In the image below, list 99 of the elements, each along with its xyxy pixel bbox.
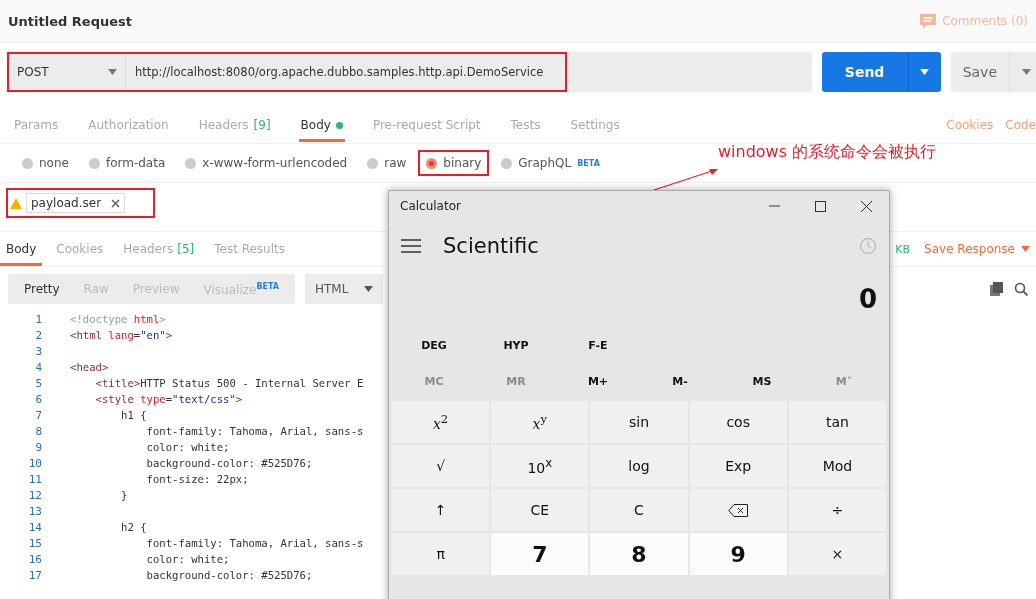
calculator-key[interactable]: C bbox=[590, 489, 688, 531]
copy-icon[interactable] bbox=[990, 282, 1004, 296]
line-number: 11 bbox=[27, 472, 42, 486]
display-value: 0 bbox=[858, 284, 877, 314]
memory-button[interactable]: M+ bbox=[557, 374, 639, 388]
mode-title: Scientific bbox=[443, 234, 540, 258]
line-number: 8 bbox=[34, 424, 42, 438]
code-line: font-family: Tahoma, Arial, sans-s bbox=[145, 425, 364, 437]
code-line: color: white; bbox=[145, 553, 230, 565]
code-line: font-size: 22px; bbox=[145, 473, 249, 485]
mode-button[interactable]: HYP bbox=[475, 338, 557, 352]
line-number: 5 bbox=[34, 376, 42, 390]
request-title: Untitled Request bbox=[8, 13, 132, 29]
beta-label: BETA bbox=[577, 158, 600, 168]
calculator-key[interactable]: CE bbox=[491, 489, 589, 531]
send-button[interactable]: Send bbox=[821, 52, 941, 92]
caret-icon bbox=[1021, 69, 1031, 75]
mode-button[interactable]: F-E bbox=[557, 338, 639, 352]
calculator-key[interactable]: × bbox=[788, 533, 886, 575]
caret-icon bbox=[1021, 246, 1030, 252]
size-text: KB bbox=[895, 242, 911, 256]
response-tab[interactable]: Body bbox=[0, 232, 43, 266]
caret-icon bbox=[364, 286, 374, 292]
calculator-key[interactable]: Mod bbox=[788, 445, 886, 487]
code-line: } bbox=[120, 489, 128, 501]
body-type-radio[interactable]: form-data bbox=[82, 152, 172, 174]
url-text: http://localhost:8080/org.apache.dubbo.samples.http.api.DemoService bbox=[134, 65, 544, 79]
maximize-icon[interactable] bbox=[814, 200, 826, 212]
line-number: 14 bbox=[27, 520, 42, 534]
line-number: 2 bbox=[34, 328, 42, 342]
window-title: Calculator bbox=[400, 199, 462, 213]
line-number: 12 bbox=[27, 488, 42, 502]
minimize-icon[interactable] bbox=[768, 205, 780, 207]
backspace-icon bbox=[728, 503, 749, 517]
tab-count: [9] bbox=[253, 118, 271, 132]
calculator-key[interactable]: 7 bbox=[491, 533, 589, 575]
calculator-key[interactable]: ÷ bbox=[788, 489, 886, 531]
calculator-key[interactable]: x$^{y}$ bbox=[491, 401, 589, 443]
code-line: background-color: #525D76; bbox=[145, 457, 313, 469]
close-icon[interactable] bbox=[860, 200, 872, 212]
method-dropdown[interactable]: POST bbox=[9, 54, 126, 90]
beta-label: BETA bbox=[256, 281, 279, 291]
caret-icon bbox=[920, 69, 930, 75]
calculator-key[interactable]: 8 bbox=[590, 533, 688, 575]
calculator-key[interactable]: √ bbox=[392, 445, 490, 487]
memory-button[interactable]: MS bbox=[721, 374, 803, 388]
calculator-key[interactable]: tan bbox=[788, 401, 886, 443]
request-tab[interactable]: Body bbox=[298, 108, 345, 142]
annotation-text: windows 的系统命令会被执行 bbox=[718, 142, 937, 163]
code-line: <style type="text/css"> bbox=[94, 393, 243, 405]
url-field[interactable]: POST http://localhost:8080/org.apache.dubbo.samples.http.api.DemoService bbox=[8, 52, 812, 92]
code-line: background-color: #525D76; bbox=[145, 569, 313, 581]
memory-button[interactable]: M- bbox=[639, 374, 721, 388]
code-line: <head> bbox=[70, 361, 109, 373]
calculator-key[interactable]: x$^{2}$ bbox=[392, 401, 490, 443]
calculator-key[interactable]: 10$^{x}$ bbox=[491, 445, 589, 487]
calculator-key[interactable]: cos bbox=[689, 401, 787, 443]
calculator-key[interactable]: Exp bbox=[689, 445, 787, 487]
line-number: 9 bbox=[34, 440, 42, 454]
line-number: 16 bbox=[27, 552, 42, 566]
calculator-key[interactable]: log bbox=[590, 445, 688, 487]
line-number: 17 bbox=[27, 568, 42, 582]
code-line: <html lang="en"> bbox=[70, 329, 173, 341]
mode-button[interactable]: DEG bbox=[393, 338, 475, 352]
annotation-arrow bbox=[652, 168, 720, 192]
calculator-key[interactable]: 9 bbox=[689, 533, 787, 575]
code-line: <title>HTTP Status 500 - Internal Server E bbox=[94, 377, 364, 389]
code-line: font-family: Tahoma, Arial, sans-s bbox=[145, 537, 364, 549]
warning-icon bbox=[10, 197, 22, 209]
search-icon[interactable] bbox=[1014, 282, 1028, 296]
line-number: 4 bbox=[34, 360, 42, 374]
calculator-key[interactable]: π bbox=[392, 533, 490, 575]
file-chip: payload.ser bbox=[26, 193, 126, 213]
view-tab[interactable]: Pretty bbox=[12, 282, 72, 296]
body-type-radio[interactable]: GraphQL $^{BETA}$ bbox=[495, 152, 606, 174]
code-line: <!doctype html> bbox=[70, 313, 166, 325]
comment-icon bbox=[920, 13, 937, 29]
format-dropdown[interactable]: HTML bbox=[305, 274, 384, 304]
body-type-radio[interactable]: none bbox=[16, 152, 75, 174]
caret-icon bbox=[108, 69, 117, 75]
code-line: color: white; bbox=[145, 441, 230, 453]
body-type-radio[interactable]: x-www-form-urlencoded bbox=[179, 152, 354, 174]
calculator-key[interactable]: ↑ bbox=[392, 489, 490, 531]
line-number: 13 bbox=[27, 504, 42, 518]
body-type-radio[interactable]: raw bbox=[361, 152, 413, 174]
body-type-radio[interactable]: binary bbox=[420, 152, 488, 174]
code-line: h1 { bbox=[120, 409, 147, 421]
line-number: 6 bbox=[34, 392, 42, 406]
calculator-key[interactable]: sin bbox=[590, 401, 688, 443]
line-number: 3 bbox=[34, 344, 42, 358]
line-number: 10 bbox=[27, 456, 42, 470]
line-number: 1 bbox=[34, 312, 42, 326]
save-button[interactable]: Save bbox=[950, 52, 1036, 92]
line-number: 15 bbox=[27, 536, 42, 550]
code-line: h2 { bbox=[120, 521, 147, 533]
tab-count: [5] bbox=[177, 242, 195, 256]
menu-icon[interactable] bbox=[401, 239, 421, 253]
line-number: 7 bbox=[34, 408, 42, 422]
close-icon[interactable] bbox=[111, 198, 121, 208]
